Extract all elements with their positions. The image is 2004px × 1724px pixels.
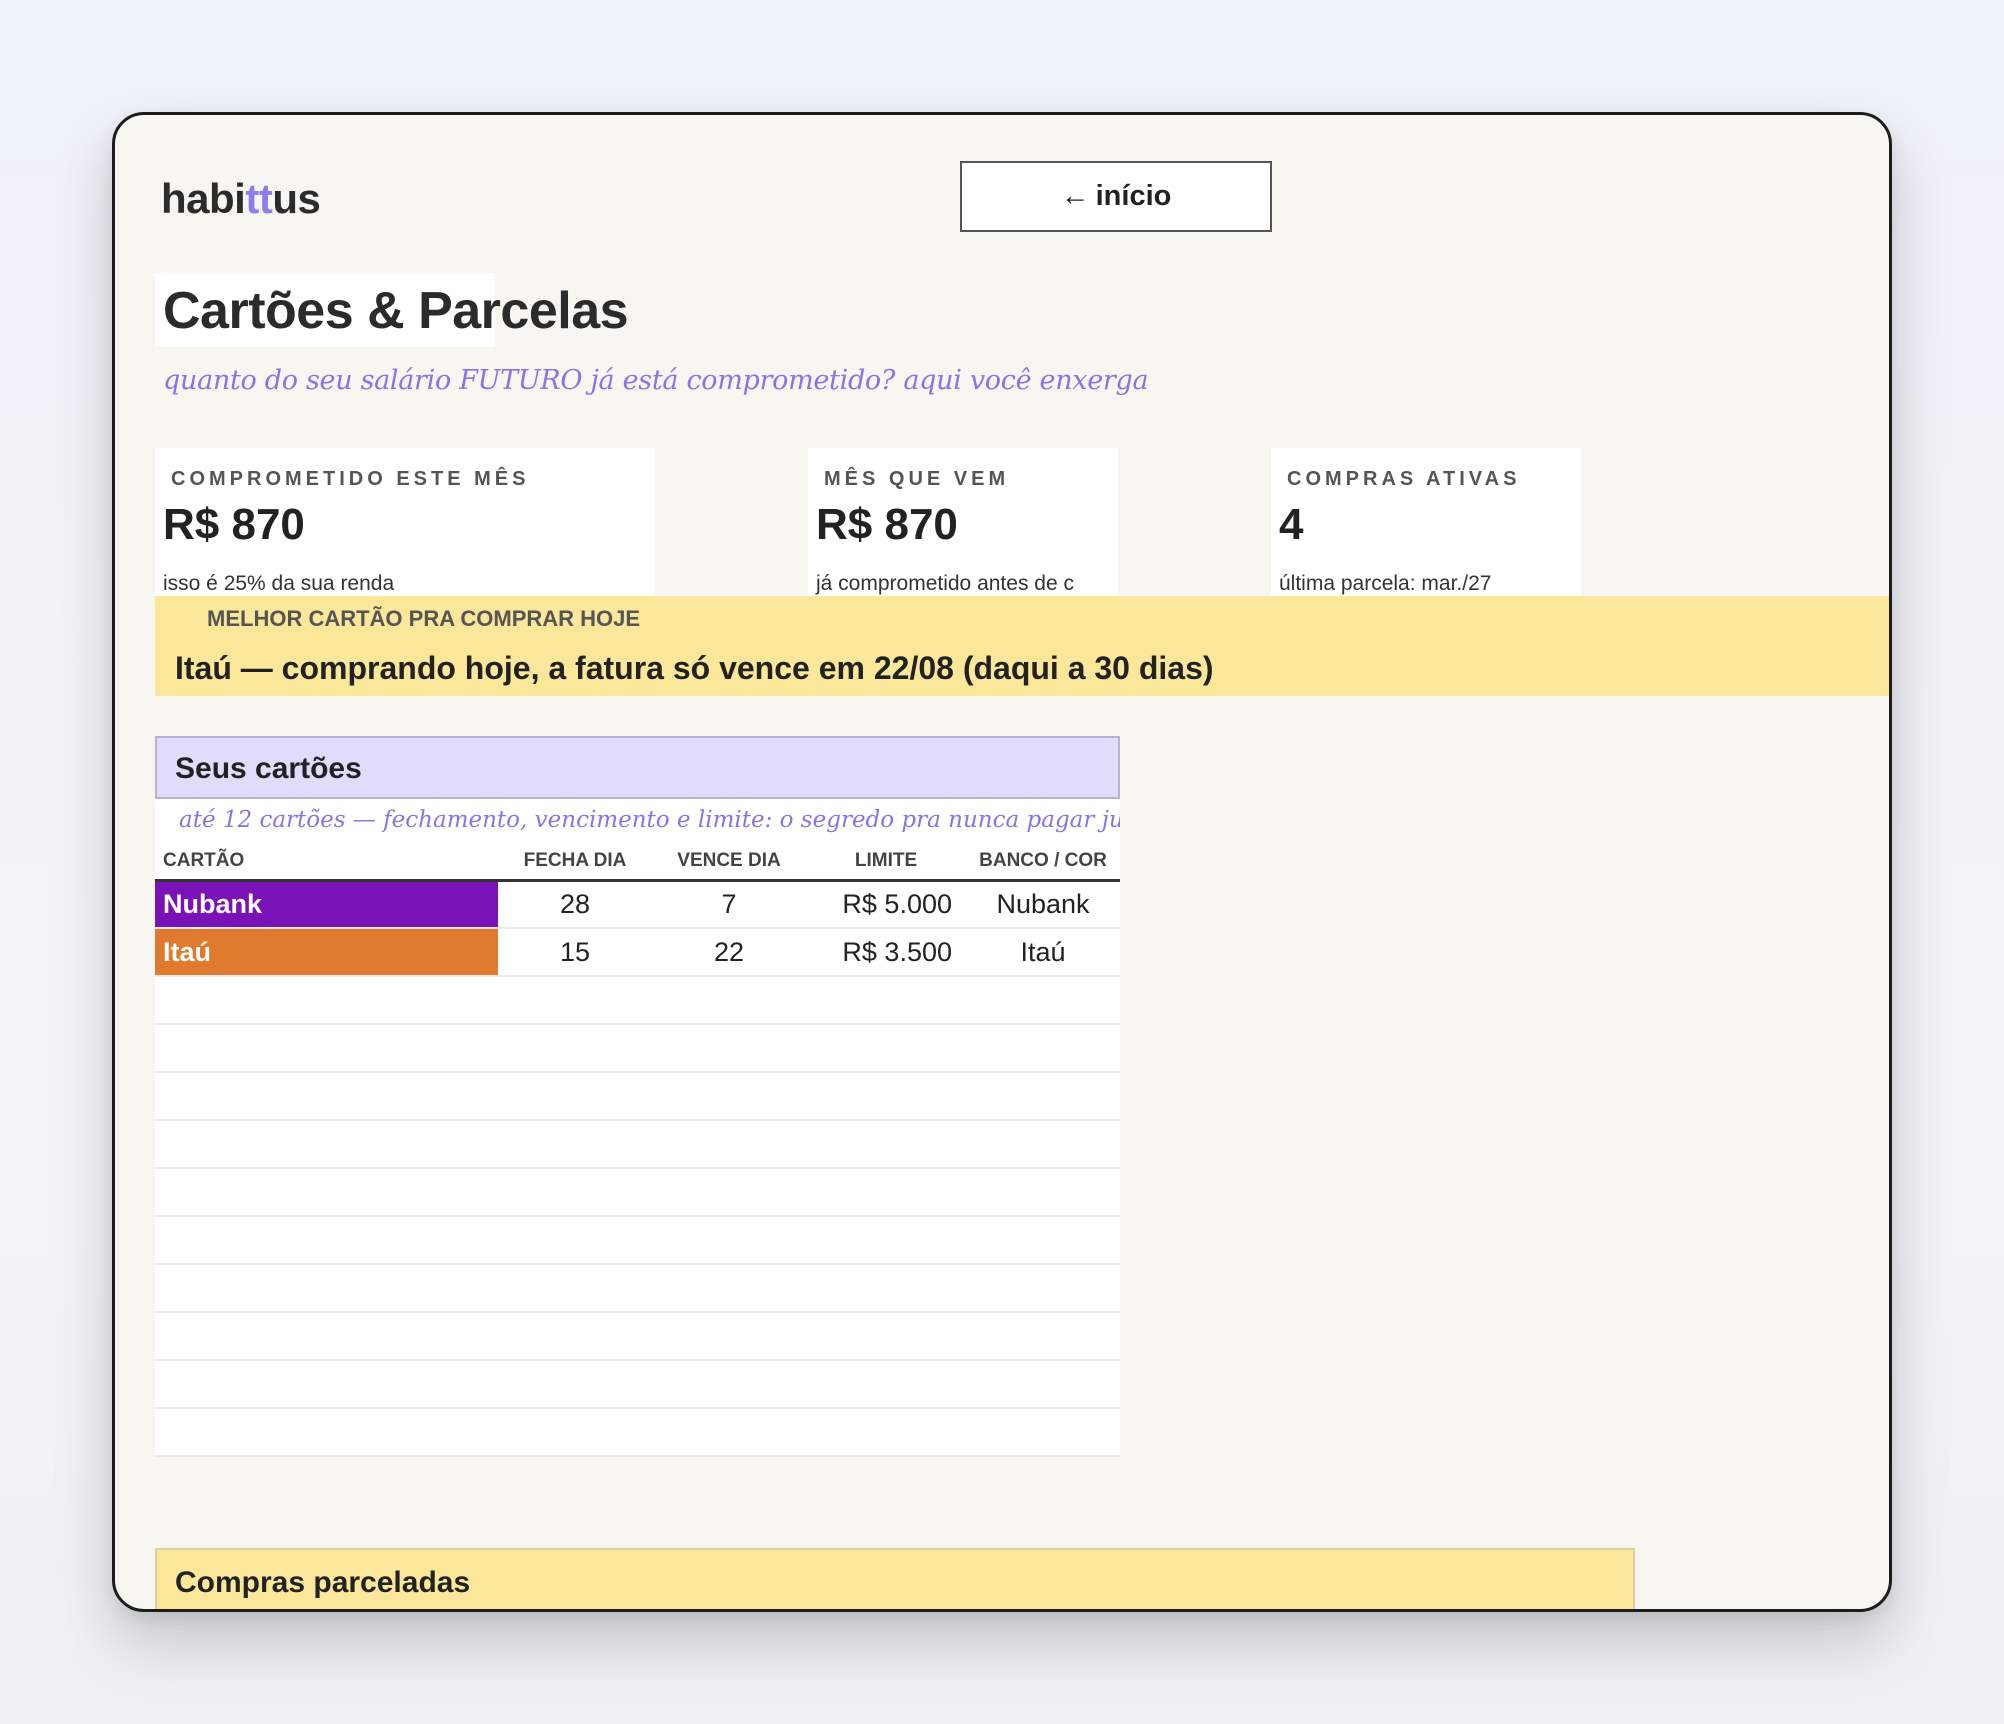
best-card-label: MELHOR CARTÃO PRA COMPRAR HOJE [207, 606, 641, 631]
cards-panel-title: Seus cartões [155, 736, 1120, 799]
empty-table-row[interactable] [155, 1120, 1120, 1169]
limit-cell[interactable]: R$ 5.000 [806, 880, 966, 929]
closes-day-cell[interactable]: 28 [498, 880, 652, 929]
empty-table-row[interactable] [155, 1312, 1120, 1361]
bank-cell[interactable]: Nubank [966, 880, 1120, 929]
empty-table-row[interactable] [155, 1408, 1120, 1457]
stat-note: isso é 25% da sua renda [163, 572, 395, 595]
installments-panel-title: Compras parceladas [155, 1548, 1635, 1609]
bank-cell[interactable]: Itaú [966, 928, 1120, 977]
stat-label: COMPRAS ATIVAS [1287, 468, 1521, 490]
due-day-cell[interactable]: 22 [652, 928, 806, 977]
table-row[interactable]: Nubank 28 7 R$ 5.000 Nubank [155, 880, 1120, 929]
cards-panel: Seus cartões até 12 cartões — fechamento… [155, 736, 1120, 1457]
stat-card-committed-this-month: COMPROMETIDO ESTE MÊS R$ 870 isso é 25% … [155, 448, 655, 598]
arrow-left-icon: ← [1060, 180, 1090, 212]
table-row[interactable]: Itaú 15 22 R$ 3.500 Itaú [155, 928, 1120, 977]
column-header-card: CARTÃO [155, 844, 498, 882]
cards-panel-hint: até 12 cartões — fechamento, vencimento … [155, 799, 1120, 844]
page-title: Cartões & Parcelas [155, 273, 629, 347]
best-card-banner: MELHOR CARTÃO PRA COMPRAR HOJE Itaú — co… [155, 596, 1889, 696]
stat-value: R$ 870 [816, 500, 958, 549]
best-card-text: Itaú — comprando hoje, a fatura só vence… [175, 650, 1214, 686]
empty-table-row[interactable] [155, 1072, 1120, 1121]
empty-table-row[interactable] [155, 1216, 1120, 1265]
page-subtitle: quanto do seu salário FUTURO já está com… [163, 365, 1149, 396]
stat-label: MÊS QUE VEM [824, 468, 1010, 490]
stat-note: já comprometido antes de c [816, 572, 1074, 595]
card-name-cell[interactable]: Itaú [155, 928, 498, 977]
column-header-bank: BANCO / COR [966, 844, 1120, 882]
stat-label: COMPROMETIDO ESTE MÊS [171, 468, 530, 490]
column-header-due: VENCE DIA [652, 844, 806, 882]
empty-table-row[interactable] [155, 1168, 1120, 1217]
limit-cell[interactable]: R$ 3.500 [806, 928, 966, 977]
empty-table-row[interactable] [155, 1264, 1120, 1313]
table-header-row: CARTÃO FECHA DIA VENCE DIA LIMITE BANCO … [155, 844, 1120, 882]
stat-value: R$ 870 [163, 500, 305, 549]
empty-table-row[interactable] [155, 1024, 1120, 1073]
empty-table-row[interactable] [155, 976, 1120, 1025]
stat-card-active-purchases: COMPRAS ATIVAS 4 última parcela: mar./27 [1271, 448, 1581, 598]
stat-note: última parcela: mar./27 [1279, 572, 1492, 595]
back-to-home-button[interactable]: ← início [960, 161, 1272, 232]
app-window: habittus ← início Cartões & Parcelas qua… [112, 112, 1892, 1612]
cards-table: CARTÃO FECHA DIA VENCE DIA LIMITE BANCO … [155, 844, 1120, 1457]
back-button-label: início [1095, 180, 1172, 212]
stat-card-next-month: MÊS QUE VEM R$ 870 já comprometido antes… [808, 448, 1118, 598]
due-day-cell[interactable]: 7 [652, 880, 806, 929]
column-header-closes: FECHA DIA [498, 844, 652, 882]
stat-value: 4 [1279, 500, 1304, 549]
card-name-cell[interactable]: Nubank [155, 880, 498, 929]
brand-logo[interactable]: habittus [161, 175, 321, 223]
empty-table-row[interactable] [155, 1360, 1120, 1409]
closes-day-cell[interactable]: 15 [498, 928, 652, 977]
column-header-limit: LIMITE [806, 844, 966, 882]
